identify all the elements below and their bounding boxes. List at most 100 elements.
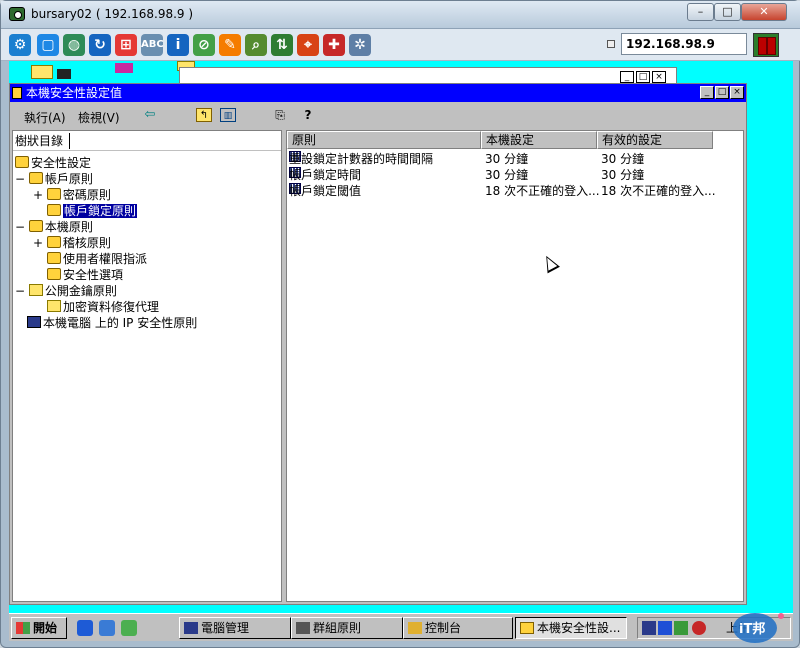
tray-ime-icon[interactable] [658,621,672,635]
ip-indicator-icon [607,40,615,48]
windows-key-icon[interactable]: ⊞ [115,34,137,56]
task-label: 電腦管理 [201,621,250,635]
collapse-icon[interactable]: − [15,171,25,187]
mmc-title-bar[interactable]: 本機安全性設定值 _ □ × [10,84,746,102]
remote-taskbar: 開始 電腦管理 群組原則 控制台 本機安全性設... 上午 [9,613,793,641]
ip-address-field[interactable]: 192.168.98.9 [621,33,747,55]
table-row[interactable]: 重設鎖定計數器的時間間隔 30 分鐘 30 分鐘 [287,151,743,167]
bg-minimize-icon[interactable]: _ [620,71,634,83]
window-mode-icon[interactable]: ▢ [37,34,59,56]
tree-node-account-lockout-policy[interactable]: 帳戶鎖定原則 [47,203,138,219]
policy-name: 帳戶鎖定閾值 [289,184,362,198]
quicklaunch-icon[interactable] [121,620,137,636]
group-policy-icon [296,622,310,634]
file-transfer-icon[interactable]: ⇅ [271,34,293,56]
effective-setting: 18 次不正確的登入... [601,184,716,198]
search-icon[interactable]: ⌕ [245,34,267,56]
viewer-title-bar[interactable]: bursary02 ( 192.168.98.9 ) – □ ✕ [1,1,800,29]
lock-icon [47,268,61,280]
up-folder-icon[interactable]: ↰ [196,108,212,122]
tree-label: 本機電腦 上的 IP 安全性原則 [43,316,198,330]
menu-view[interactable]: 檢視(V) [78,109,120,126]
back-arrow-icon[interactable]: ⇦ [142,108,158,122]
column-header-policy[interactable]: 原則 [287,131,481,149]
table-row[interactable]: 帳戶鎖定閾值 18 次不正確的登入... 18 次不正確的登入... [287,183,743,199]
collapse-icon[interactable]: − [15,283,25,299]
table-row[interactable]: 帳戶鎖定時間 30 分鐘 30 分鐘 [287,167,743,183]
task-computer-management[interactable]: 電腦管理 [179,617,291,639]
mmc-close-button[interactable]: × [730,86,744,99]
policy-list: 原則 本機設定 有效的設定 重設鎖定計數器的時間間隔 30 分鐘 30 分鐘 帳… [286,130,744,602]
tree-node-encrypted-data-recovery[interactable]: 加密資料修復代理 [47,299,159,315]
tree-node-local-policies[interactable]: − 本機原則 [15,219,93,235]
globe-icon[interactable]: ◍ [63,34,85,56]
refresh-icon[interactable]: ↻ [89,34,111,56]
lock-icon [520,622,534,634]
computer-icon [184,622,198,634]
lock-icon [28,220,43,232]
tree-node-public-key-policies[interactable]: − 公開金鑰原則 [15,283,117,299]
folder-icon [47,300,61,312]
desktop-network-icon[interactable] [57,69,71,79]
tree-label: 本機原則 [44,220,93,234]
tree-label: 稽核原則 [62,236,111,250]
local-security-settings-window: 本機安全性設定值 _ □ × 執行(A) 檢視(V) ⇦ ↰ ▥ ⎘ ? 樹狀目… [9,83,747,605]
connection-options-icon[interactable]: ⚙ [9,34,31,56]
vnc-viewer-window: bursary02 ( 192.168.98.9 ) – □ ✕ ⚙ ▢ ◍ ↻… [0,0,800,648]
expand-icon[interactable]: + [33,187,43,203]
task-control-panel[interactable]: 控制台 [403,617,513,639]
control-panel-icon [408,622,422,634]
viewer-eye-icon [9,7,25,21]
tools-icon[interactable]: ✎ [219,34,241,56]
collapse-icon[interactable]: − [15,219,25,235]
desktop-app-icon[interactable] [115,63,133,73]
tree-node-security-options[interactable]: 安全性選項 [47,267,123,283]
tree-node-audit-policy[interactable]: + 稽核原則 [33,235,111,251]
bg-close-icon[interactable]: × [652,71,666,83]
record-icon[interactable]: ✚ [323,34,345,56]
viewer-toolbar: ⚙ ▢ ◍ ↻ ⊞ ABC i ⊘ ✎ ⌕ ⇅ ⌖ ✚ ✲ 192.168.98… [1,29,800,61]
column-header-local-setting[interactable]: 本機設定 [481,131,597,149]
expand-icon[interactable]: + [33,235,43,251]
disconnect-button[interactable] [753,33,779,57]
local-setting: 30 分鐘 [485,168,529,182]
mmc-maximize-button[interactable]: □ [715,86,729,99]
tree-label: 安全性選項 [63,268,124,282]
viewer-close-button[interactable]: ✕ [741,3,787,21]
tree-label: 帳戶原則 [44,172,93,186]
tree-node-ip-security[interactable]: 本機電腦 上的 IP 安全性原則 [27,315,197,331]
lock-icon [47,252,61,264]
policy-name: 重設鎖定計數器的時間間隔 [289,152,434,166]
svg-text:iT邦: iT邦 [739,621,765,637]
tray-eye-icon[interactable] [674,621,688,635]
tray-network-icon[interactable] [642,621,656,635]
screenshot-icon[interactable]: ⌖ [297,34,319,56]
task-local-security-settings[interactable]: 本機安全性設... [515,617,627,639]
tree-node-account-policies[interactable]: − 帳戶原則 [15,171,93,187]
menu-action[interactable]: 執行(A) [24,109,66,126]
help-icon[interactable]: ? [300,108,316,122]
tree-header: 樹狀目錄 [13,131,281,151]
export-list-icon[interactable]: ⎘ [272,108,288,122]
text-chat-icon[interactable]: ABC [141,34,164,56]
desktop-folder-icon[interactable] [31,65,53,79]
task-group-policy[interactable]: 群組原則 [291,617,403,639]
tree-node-password-policy[interactable]: + 密碼原則 [33,187,111,203]
start-button[interactable]: 開始 [11,617,67,639]
lock-icon [47,204,61,216]
bg-maximize-icon[interactable]: □ [636,71,650,83]
ie-icon[interactable] [77,620,93,636]
policy-name: 帳戶鎖定時間 [289,168,362,182]
tray-alert-icon[interactable] [692,621,706,635]
viewer-maximize-button[interactable]: □ [714,3,741,21]
show-tree-icon[interactable]: ▥ [220,108,236,122]
mmc-minimize-button[interactable]: _ [700,86,714,99]
settings-icon[interactable]: ✲ [349,34,371,56]
info-icon[interactable]: i [167,34,189,56]
column-header-effective-setting[interactable]: 有效的設定 [597,131,713,149]
block-input-icon[interactable]: ⊘ [193,34,215,56]
tree-node-security-settings[interactable]: 安全性設定 [15,155,91,171]
tree-node-user-rights[interactable]: 使用者權限指派 [47,251,147,267]
desktop-show-icon[interactable] [99,620,115,636]
viewer-minimize-button[interactable]: – [687,3,714,21]
